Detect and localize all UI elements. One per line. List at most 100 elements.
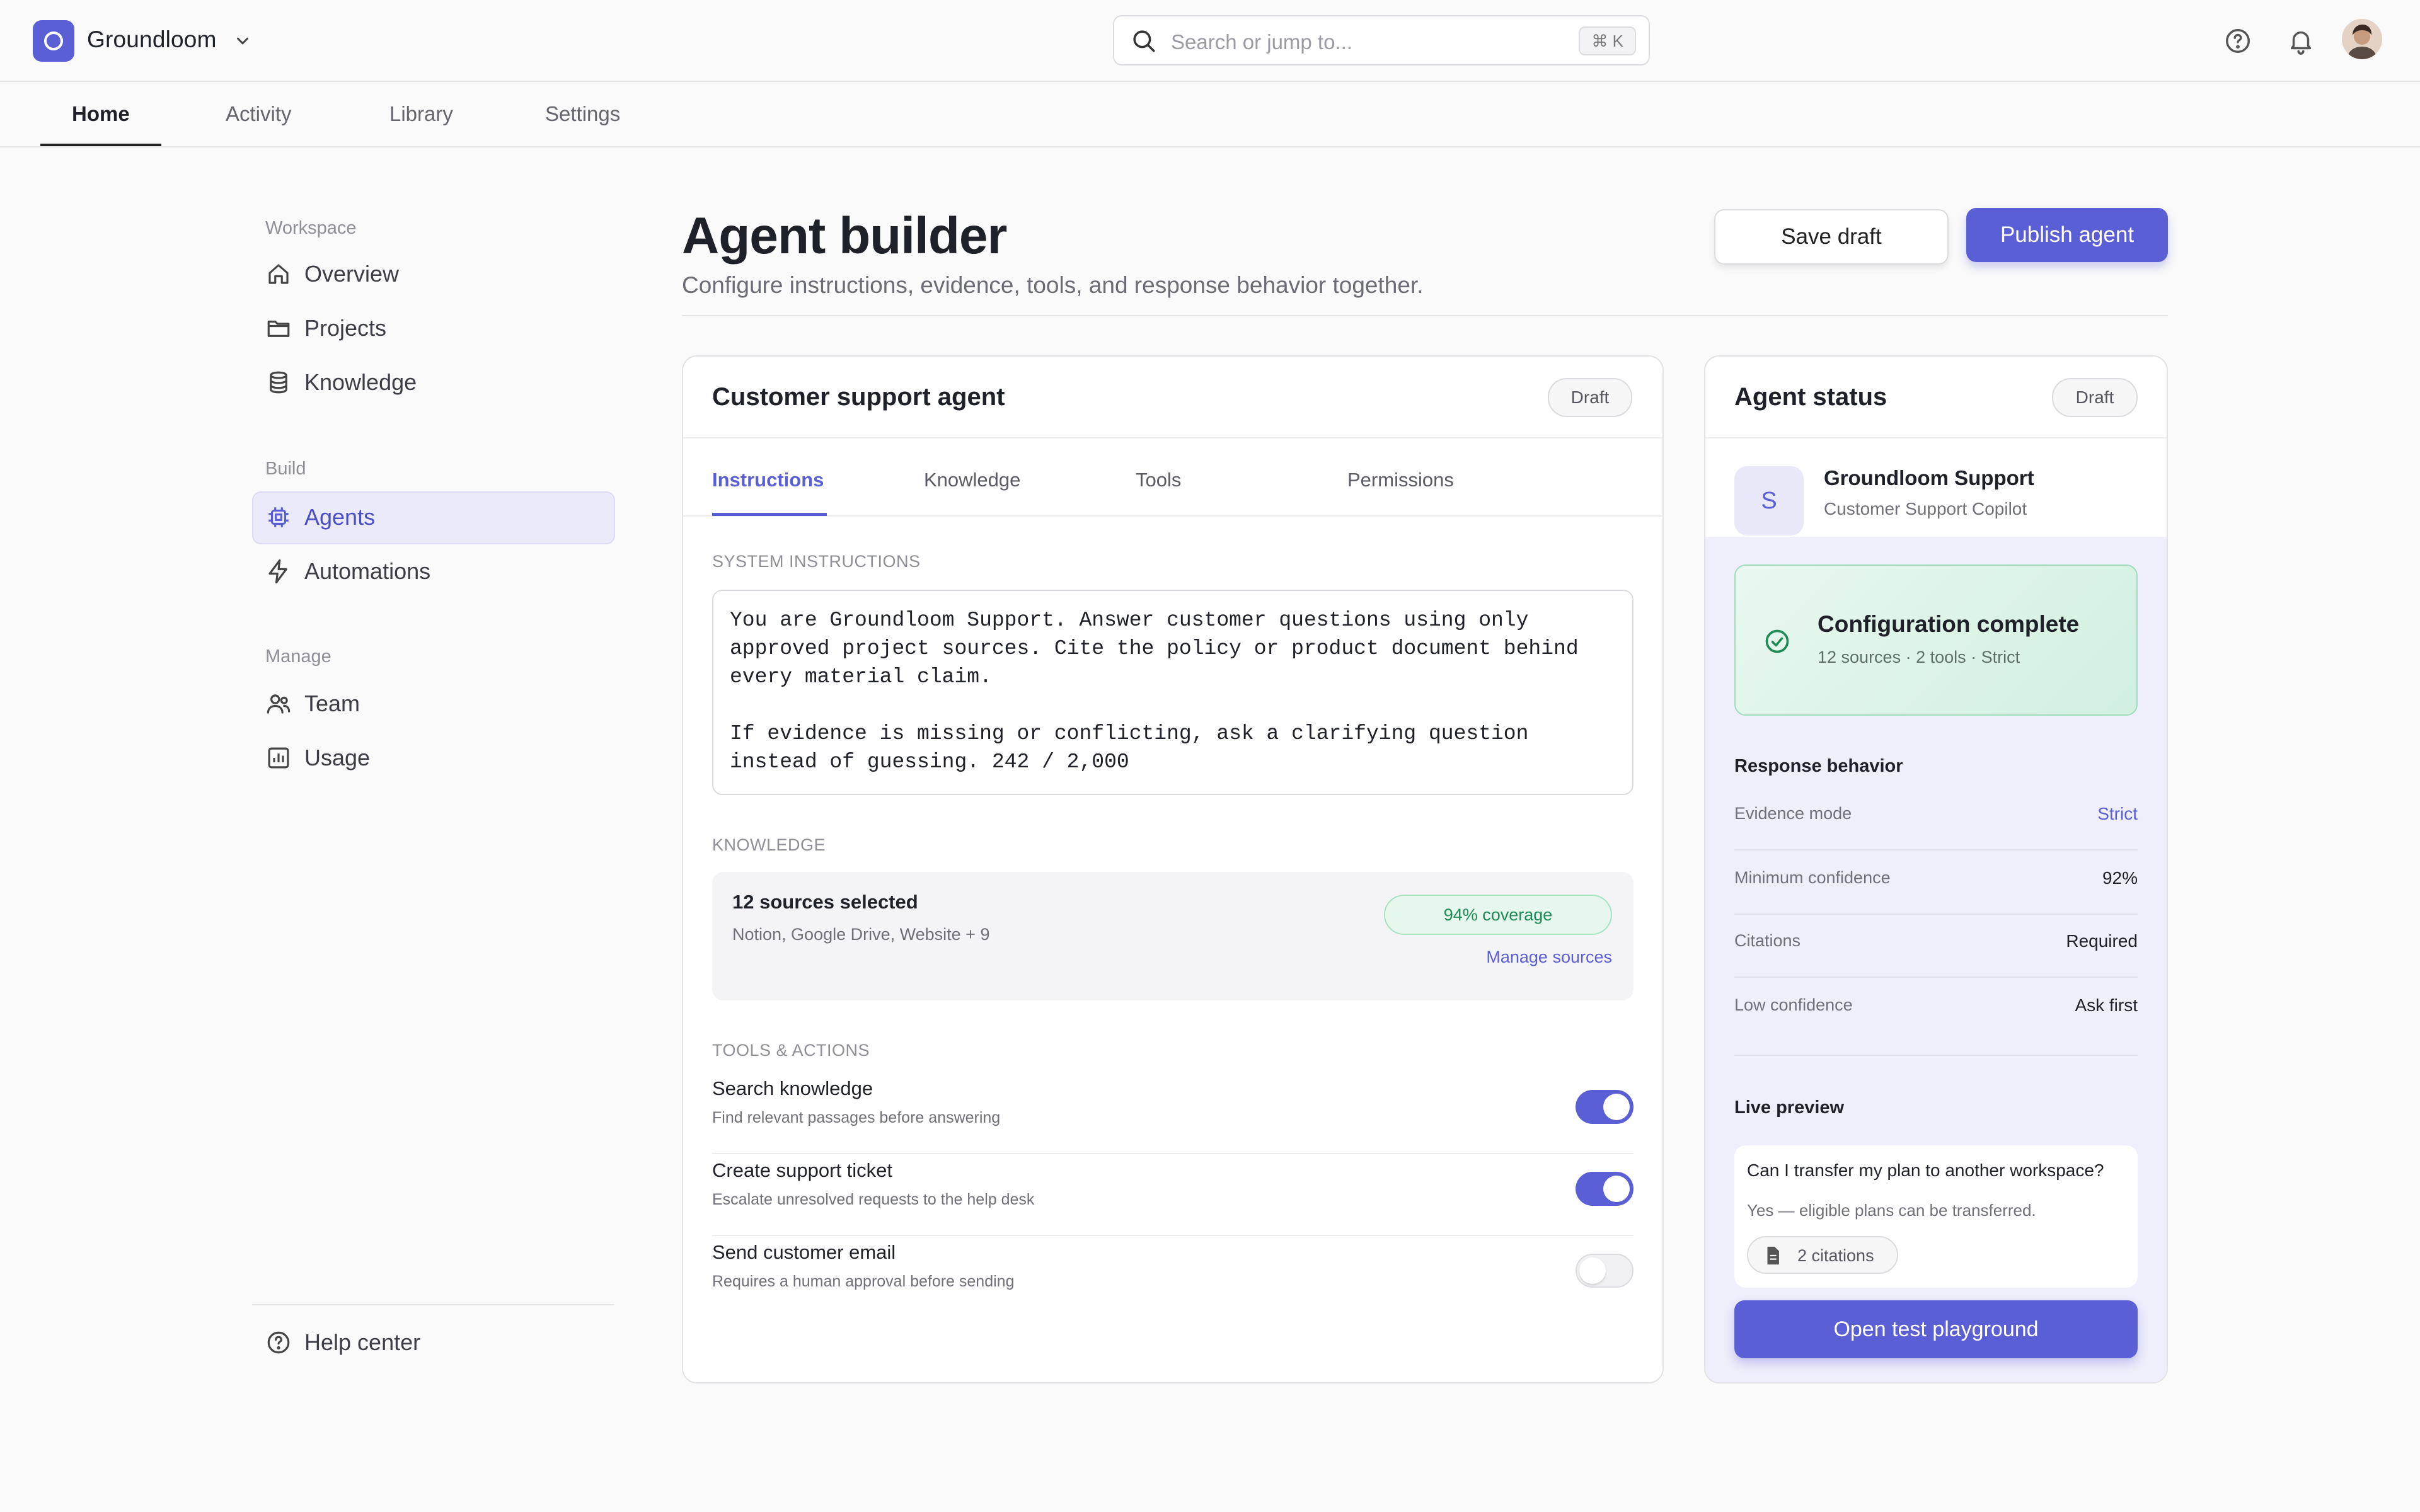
help-icon[interactable] xyxy=(2223,26,2252,55)
tab-knowledge[interactable]: Knowledge xyxy=(924,469,1020,491)
sources-list: Notion, Google Drive, Website + 9 xyxy=(732,925,990,944)
bolt-icon xyxy=(265,558,292,585)
tab-activity[interactable]: Activity xyxy=(226,102,292,126)
citations-chip[interactable]: 2 citations xyxy=(1747,1236,1898,1274)
preview-answer: Yes — eligible plans can be transferred. xyxy=(1747,1201,2036,1220)
sources-count: 12 sources selected xyxy=(732,891,918,913)
row-divider xyxy=(1734,914,2138,915)
sidebar-help-center[interactable]: Help center xyxy=(265,1329,420,1356)
sidebar-item-label: Projects xyxy=(304,315,387,341)
document-icon xyxy=(1762,1245,1783,1266)
create-ticket-toggle[interactable] xyxy=(1576,1172,1634,1206)
sidebar-item-team[interactable]: Team xyxy=(265,690,360,717)
sidebar-item-label: Overview xyxy=(304,261,400,287)
sidebar-item-projects[interactable]: Projects xyxy=(265,315,386,341)
tool-divider xyxy=(712,1235,1634,1236)
app-logo[interactable] xyxy=(33,20,74,62)
behavior-label: Low confidence xyxy=(1734,995,1853,1014)
sidebar-item-automations[interactable]: Automations xyxy=(265,558,430,585)
tool-divider xyxy=(712,1153,1634,1154)
search-shortcut: ⌘ K xyxy=(1579,26,1636,55)
tab-tools[interactable]: Tools xyxy=(1136,469,1181,491)
agent-role: Customer Support Copilot xyxy=(1824,499,2027,518)
tool-description: Find relevant passages before answering xyxy=(712,1109,1001,1126)
tab-library[interactable]: Library xyxy=(389,102,453,126)
status-badge: Draft xyxy=(2052,378,2138,417)
behavior-label: Evidence mode xyxy=(1734,804,1852,823)
page-subtitle: Configure instructions, evidence, tools,… xyxy=(682,272,1424,298)
tab-settings[interactable]: Settings xyxy=(545,102,620,126)
help-center-label: Help center xyxy=(304,1329,421,1355)
search-placeholder: Search or jump to... xyxy=(1171,30,1352,54)
chevron-down-icon[interactable] xyxy=(233,32,252,50)
agent-config-card xyxy=(682,355,1664,1383)
sidebar-item-knowledge[interactable]: Knowledge xyxy=(265,369,417,396)
home-icon xyxy=(265,261,292,287)
behavior-label: Minimum confidence xyxy=(1734,868,1891,887)
sidebar-item-usage[interactable]: Usage xyxy=(265,745,370,771)
workspace-name[interactable]: Groundloom xyxy=(87,26,217,53)
tab-instructions[interactable]: Instructions xyxy=(712,469,824,491)
check-circle-icon xyxy=(1763,627,1791,655)
sidebar-item-label: Knowledge xyxy=(304,369,417,395)
row-divider xyxy=(1734,976,2138,978)
agent-card-title: Customer support agent xyxy=(712,383,1005,411)
active-tab-indicator xyxy=(40,144,161,146)
live-preview-heading: Live preview xyxy=(1734,1097,1845,1118)
instructions-label: SYSTEM INSTRUCTIONS xyxy=(712,552,921,571)
row-divider xyxy=(1734,849,2138,850)
config-title: Configuration complete xyxy=(1818,611,2080,637)
help-circle-icon xyxy=(265,1329,292,1356)
chip-icon xyxy=(265,504,292,530)
behavior-label: Citations xyxy=(1734,931,1801,950)
status-header-divider xyxy=(1705,437,2167,438)
behavior-value: Strict xyxy=(2097,804,2138,823)
agent-name: Groundloom Support xyxy=(1824,466,2034,490)
coverage-badge: 94% coverage xyxy=(1384,895,1612,935)
sidebar-section-build: Build xyxy=(265,459,306,479)
search-knowledge-toggle[interactable] xyxy=(1576,1090,1634,1124)
publish-agent-button[interactable]: Publish agent xyxy=(1966,208,2168,262)
tool-title: Create support ticket xyxy=(712,1159,893,1181)
sidebar-item-label: Agents xyxy=(304,504,376,530)
config-meta: 12 sources · 2 tools · Strict xyxy=(1818,648,2020,667)
primary-nav xyxy=(0,83,2420,147)
sidebar-divider xyxy=(252,1304,614,1305)
row-divider xyxy=(1734,1055,2138,1056)
sidebar-item-label: Usage xyxy=(304,745,371,770)
behavior-value: Ask first xyxy=(2075,995,2138,1015)
tool-description: Escalate unresolved requests to the help… xyxy=(712,1191,1035,1208)
agent-avatar: S xyxy=(1734,466,1804,536)
behavior-heading: Response behavior xyxy=(1734,756,1903,776)
sidebar-section-workspace: Workspace xyxy=(265,218,357,238)
configuration-status-panel: Configuration complete 12 sources · 2 to… xyxy=(1734,564,2138,716)
status-badge: Draft xyxy=(1548,378,1632,417)
preview-question: Can I transfer my plan to another worksp… xyxy=(1747,1160,2104,1180)
card-header-divider xyxy=(683,437,1662,438)
sidebar-item-agents[interactable]: Agents xyxy=(265,504,375,530)
chart-icon xyxy=(265,745,292,771)
search-bar[interactable]: Search or jump to... ⌘ K xyxy=(1113,15,1650,66)
user-avatar[interactable] xyxy=(2342,19,2382,59)
manage-sources-link[interactable]: Manage sources xyxy=(1486,948,1612,967)
behavior-value: 92% xyxy=(2102,868,2138,888)
database-icon xyxy=(265,369,292,396)
sidebar-item-overview[interactable]: Overview xyxy=(265,261,399,287)
page-title: Agent builder xyxy=(682,207,1007,265)
sidebar-item-label: Automations xyxy=(304,558,431,584)
open-test-playground-button[interactable]: Open test playground xyxy=(1734,1300,2138,1358)
tab-home[interactable]: Home xyxy=(72,102,130,126)
tab-permissions[interactable]: Permissions xyxy=(1347,469,1454,491)
tool-title: Send customer email xyxy=(712,1241,896,1263)
tool-description: Requires a human approval before sending xyxy=(712,1273,1015,1290)
tool-title: Search knowledge xyxy=(712,1077,873,1099)
send-email-toggle[interactable] xyxy=(1576,1254,1634,1288)
live-preview-box: Can I transfer my plan to another worksp… xyxy=(1734,1145,2138,1288)
system-instructions-textarea[interactable]: You are Groundloom Support. Answer custo… xyxy=(712,590,1634,795)
behavior-value: Required xyxy=(2066,931,2138,951)
instructions-text: You are Groundloom Support. Answer custo… xyxy=(730,609,1579,774)
status-card-title: Agent status xyxy=(1734,383,1887,411)
tools-label: TOOLS & ACTIONS xyxy=(712,1041,870,1060)
save-draft-button[interactable]: Save draft xyxy=(1714,209,1949,265)
bell-icon[interactable] xyxy=(2286,26,2315,55)
